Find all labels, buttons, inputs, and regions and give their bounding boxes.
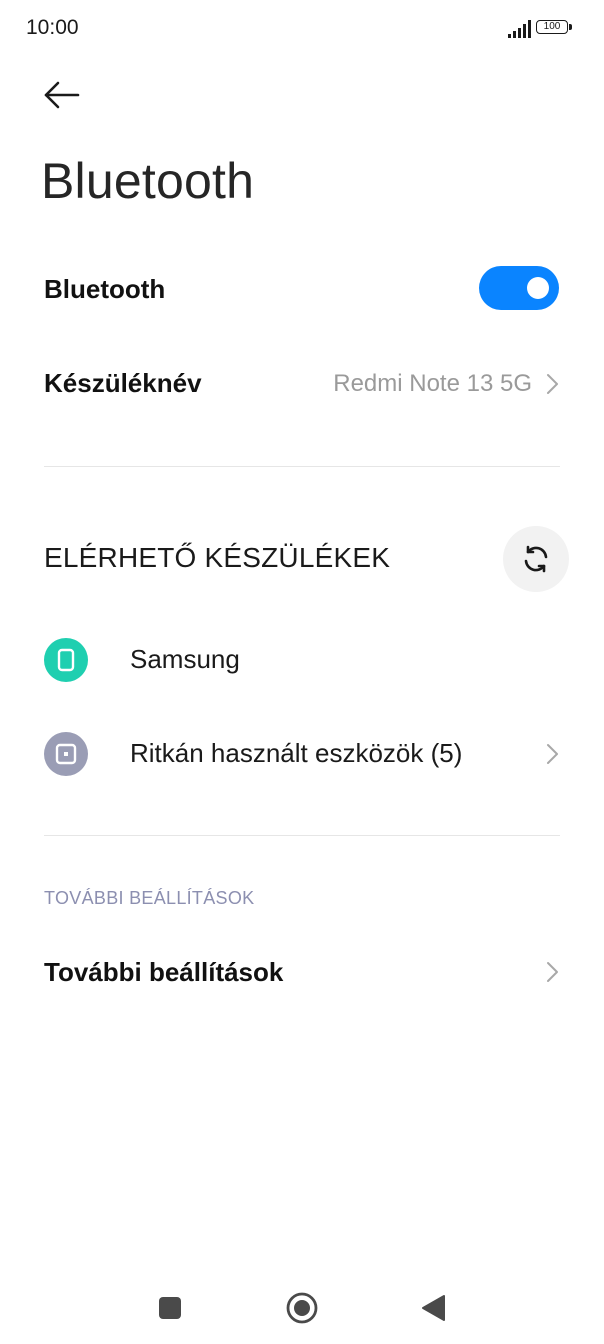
arrow-left-icon[interactable] bbox=[40, 78, 82, 112]
recents-icon[interactable] bbox=[159, 1297, 181, 1319]
home-icon[interactable] bbox=[285, 1291, 319, 1325]
more-settings-heading: TOVÁBBI BEÁLLÍTÁSOK bbox=[44, 888, 255, 908]
available-devices-heading: ELÉRHETŐ KÉSZÜLÉKEK bbox=[44, 542, 391, 573]
back-icon[interactable] bbox=[420, 1293, 446, 1323]
toggle-knob bbox=[527, 277, 549, 299]
device-name-value: Redmi Note 13 5G bbox=[333, 370, 532, 397]
more-settings-label: További beállítások bbox=[44, 957, 284, 987]
battery-level: 100 bbox=[536, 20, 568, 34]
device-name: Samsung bbox=[130, 644, 240, 674]
phone-icon bbox=[44, 638, 88, 682]
divider bbox=[44, 466, 560, 467]
bluetooth-label: Bluetooth bbox=[44, 274, 166, 304]
chevron-right-icon bbox=[547, 374, 558, 394]
divider bbox=[44, 835, 560, 836]
device-item-samsung[interactable]: Samsung bbox=[0, 620, 604, 700]
device-icon bbox=[44, 732, 88, 776]
signal-icon bbox=[508, 20, 531, 38]
device-name: Ritkán használt eszközök (5) bbox=[130, 738, 463, 768]
device-name-label: Készüléknév bbox=[44, 368, 202, 398]
chevron-right-icon bbox=[547, 962, 558, 982]
refresh-button[interactable] bbox=[503, 526, 569, 592]
status-time: 10:00 bbox=[26, 16, 79, 39]
chevron-right-icon bbox=[547, 744, 558, 764]
page-title: Bluetooth bbox=[41, 153, 255, 209]
battery-icon: 100 bbox=[536, 20, 572, 36]
bluetooth-toggle[interactable] bbox=[479, 266, 559, 310]
device-item-rarely-used[interactable]: Ritkán használt eszközök (5) bbox=[0, 714, 604, 794]
refresh-icon bbox=[524, 545, 548, 573]
